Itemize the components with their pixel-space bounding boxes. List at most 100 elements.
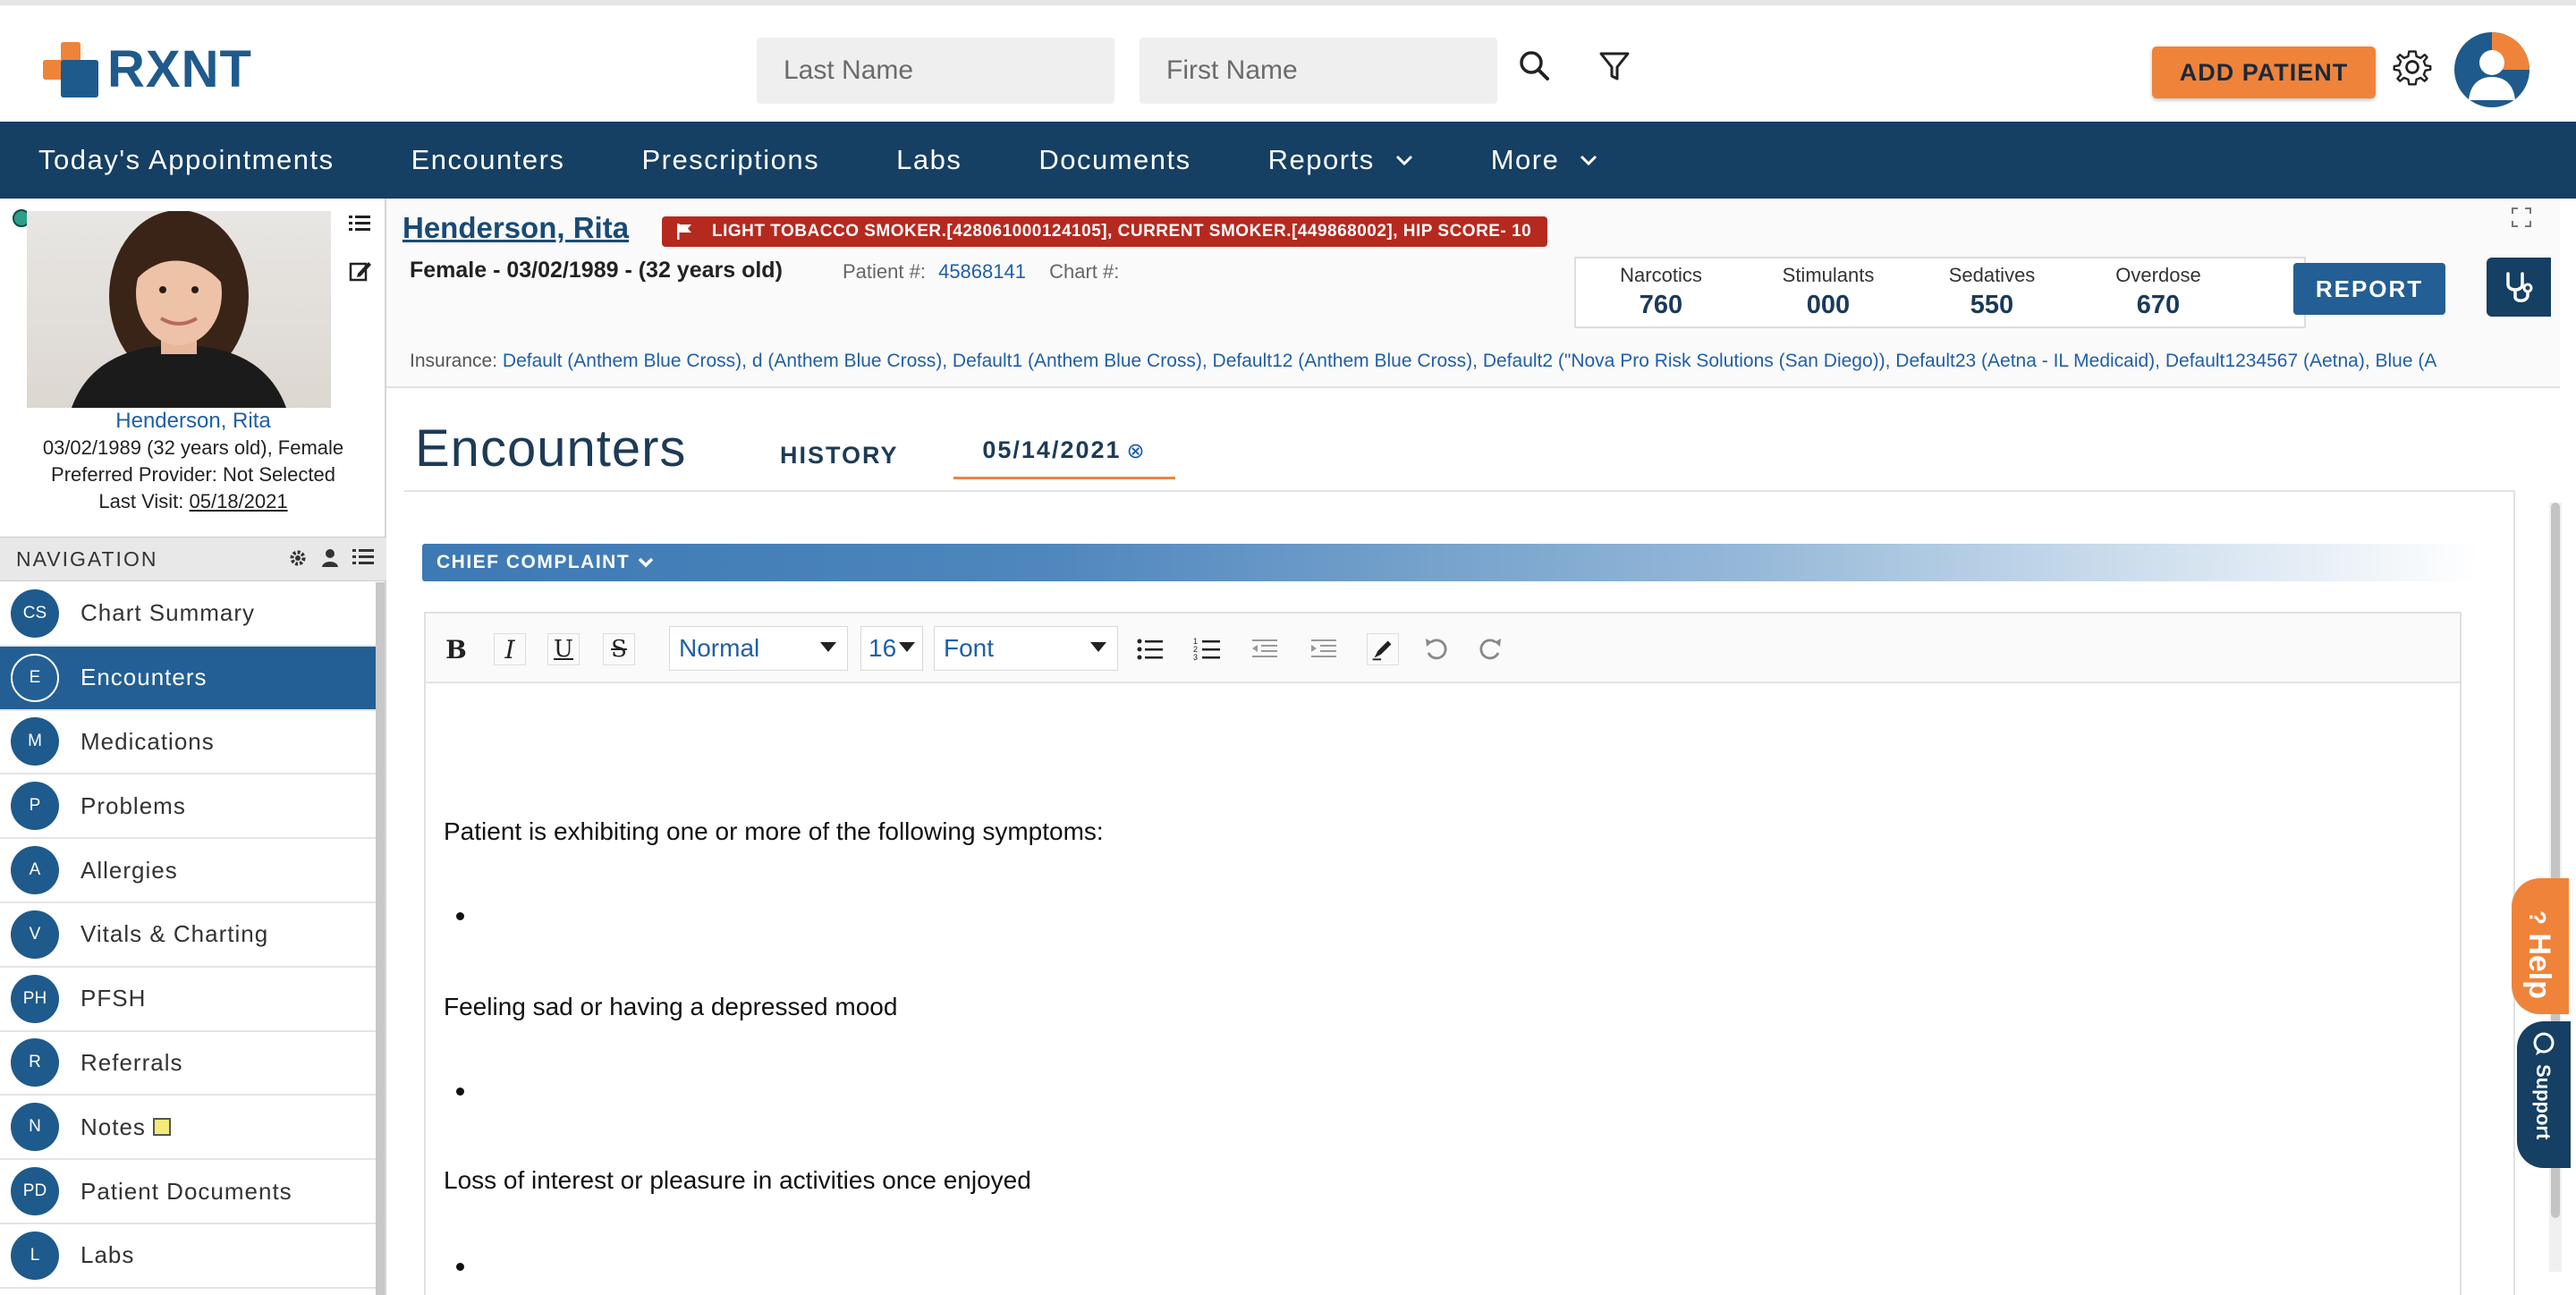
sidebar-item-allergies[interactable]: A Allergies: [0, 839, 376, 903]
sidebar-item-problems[interactable]: P Problems: [0, 774, 376, 840]
user-avatar[interactable]: [2454, 32, 2529, 107]
last-visit-label: Last Visit:: [98, 490, 184, 512]
doc-line: Patient is exhibiting one or more of the…: [444, 817, 1104, 845]
pdmp-label: Stimulants: [1782, 264, 1875, 286]
nav-labs[interactable]: Labs: [896, 144, 962, 176]
sidebar-item-patient-documents[interactable]: PD Patient Documents: [0, 1160, 376, 1224]
list-icon[interactable]: [349, 215, 370, 233]
support-tab[interactable]: Support: [2517, 1021, 2571, 1168]
section-title: CHIEF COMPLAINT: [436, 552, 631, 572]
bold-icon[interactable]: B: [440, 633, 472, 665]
last-visit-link[interactable]: 05/18/2021: [190, 490, 288, 512]
filter-icon[interactable]: [1592, 45, 1637, 89]
nav-todays-appointments[interactable]: Today's Appointments: [38, 144, 335, 176]
nav-badge: A: [11, 846, 59, 895]
close-tab-icon[interactable]: ⊗: [1127, 439, 1147, 463]
rxnt-logo-mark-icon: [41, 40, 100, 99]
patient-num-label: Patient #:: [843, 260, 926, 283]
tab-history[interactable]: HISTORY: [780, 442, 899, 470]
sidebar-item-medications[interactable]: M Medications: [0, 710, 376, 775]
patient-sidebar: Henderson, Rita 03/02/1989 (32 years old…: [0, 199, 386, 1295]
pdmp-overdose: Overdose 670: [2109, 264, 2207, 320]
sidebar-item-encounters[interactable]: E Encounters: [0, 646, 376, 711]
pdmp-value: 670: [2136, 291, 2181, 319]
patient-num-value: 45868141: [938, 260, 1026, 283]
patient-card-name[interactable]: Henderson, Rita: [0, 408, 386, 435]
sidebar-item-pfsh[interactable]: PH PFSH: [0, 967, 376, 1032]
last-name-input[interactable]: [757, 38, 1114, 104]
indent-decrease-icon[interactable]: [1249, 633, 1281, 665]
sidebar-item-label: Chart Summary: [80, 599, 256, 627]
highlighter-icon[interactable]: [1367, 633, 1399, 665]
nav-label: More: [1490, 144, 1560, 175]
expand-icon[interactable]: [2512, 207, 2531, 227]
help-tab[interactable]: ? Help: [2512, 878, 2569, 1014]
strikethrough-icon[interactable]: S: [603, 633, 635, 665]
sidebar-item-vitals[interactable]: V Vitals & Charting: [0, 902, 376, 968]
main-navbar: Today's Appointments Encounters Prescrip…: [0, 122, 2576, 199]
chevron-down-icon: [1395, 155, 1412, 166]
app-header: RXNT ADD PATIENT: [0, 0, 2576, 122]
sidebar-item-label: Problems: [80, 791, 186, 819]
user-avatar-icon: [2469, 32, 2529, 100]
chief-complaint-section[interactable]: CHIEF COMPLAINT: [422, 544, 2479, 581]
bullet-point: [456, 912, 464, 920]
nav-prescriptions[interactable]: Prescriptions: [641, 144, 819, 176]
chat-bubble-icon: [2533, 1032, 2555, 1055]
patient-demographics: Female - 03/02/1989 - (32 years old): [410, 258, 783, 283]
doc-line: Loss of interest or pleasure in activiti…: [444, 1166, 1031, 1194]
bullet-point: [456, 1263, 464, 1271]
patient-header: Henderson, Rita LIGHT TOBACCO SMOKER.[42…: [386, 199, 2560, 388]
navigation-header: NAVIGATION: [0, 537, 386, 581]
insurance-label: Insurance:: [410, 351, 498, 371]
patient-photo: [27, 211, 331, 408]
alert-banner[interactable]: LIGHT TOBACCO SMOKER.[428061000124105], …: [662, 216, 1548, 247]
sidebar-item-notes[interactable]: N Notes: [0, 1096, 376, 1161]
sidebar-item-chart-summary[interactable]: CS Chart Summary: [0, 582, 376, 647]
add-patient-button[interactable]: ADD PATIENT: [2152, 47, 2376, 98]
bullet-list-icon[interactable]: [1134, 633, 1166, 665]
paragraph-style-select[interactable]: Normal: [669, 626, 848, 671]
redo-icon[interactable]: [1474, 633, 1506, 665]
font-family-select[interactable]: Font: [934, 626, 1118, 671]
nav-reports[interactable]: Reports: [1268, 144, 1414, 176]
numbered-list-icon[interactable]: 1 2 3: [1191, 633, 1224, 665]
underline-icon[interactable]: U: [547, 633, 580, 665]
nav-badge: N: [11, 1103, 59, 1152]
style-select-value: Normal: [679, 634, 760, 662]
patient-card-info: Henderson, Rita 03/02/1989 (32 years old…: [0, 408, 386, 515]
nav-badge: M: [11, 717, 59, 766]
nav-more[interactable]: More: [1491, 144, 1599, 176]
edit-icon[interactable]: [349, 259, 372, 283]
search-icon[interactable]: [1513, 45, 1558, 89]
insurance-value[interactable]: Default (Anthem Blue Cross), d (Anthem B…: [503, 351, 2436, 371]
font-select-value: Font: [944, 634, 995, 662]
main-content: Henderson, Rita LIGHT TOBACCO SMOKER.[42…: [386, 199, 2576, 1295]
nav-label: Documents: [1038, 144, 1191, 175]
rxnt-logo[interactable]: RXNT: [41, 39, 252, 99]
bullet-point: [456, 1088, 464, 1096]
sidebar-item-referrals[interactable]: R Referrals: [0, 1031, 376, 1096]
gear-icon[interactable]: [2392, 47, 2433, 88]
undo-icon[interactable]: [1420, 633, 1453, 665]
user-icon[interactable]: [320, 548, 340, 568]
patient-card-last-visit: Last Visit: 05/18/2021: [0, 488, 386, 515]
stethoscope-icon: [2506, 272, 2533, 302]
list-icon[interactable]: [352, 548, 374, 566]
sidebar-scrollbar[interactable]: [376, 582, 385, 1295]
flag-icon: [677, 224, 691, 240]
italic-icon[interactable]: I: [494, 633, 526, 665]
indent-increase-icon[interactable]: [1308, 633, 1340, 665]
patient-name-link[interactable]: Henderson, Rita: [402, 211, 629, 245]
report-button[interactable]: REPORT: [2293, 263, 2445, 315]
pdmp-narcotics: Narcotics 760: [1612, 264, 1710, 320]
nav-documents[interactable]: Documents: [1038, 144, 1191, 176]
font-size-select[interactable]: 16: [860, 626, 923, 671]
sidebar-item-labs[interactable]: L Labs: [0, 1223, 376, 1289]
clinical-panel-button[interactable]: [2487, 258, 2551, 317]
first-name-input[interactable]: [1140, 38, 1497, 104]
navigation-title: NAVIGATION: [16, 546, 158, 571]
tab-encounter-date[interactable]: 05/14/2021 ⊗: [953, 436, 1175, 479]
nav-encounters[interactable]: Encounters: [411, 144, 565, 176]
gear-icon[interactable]: [288, 548, 308, 568]
